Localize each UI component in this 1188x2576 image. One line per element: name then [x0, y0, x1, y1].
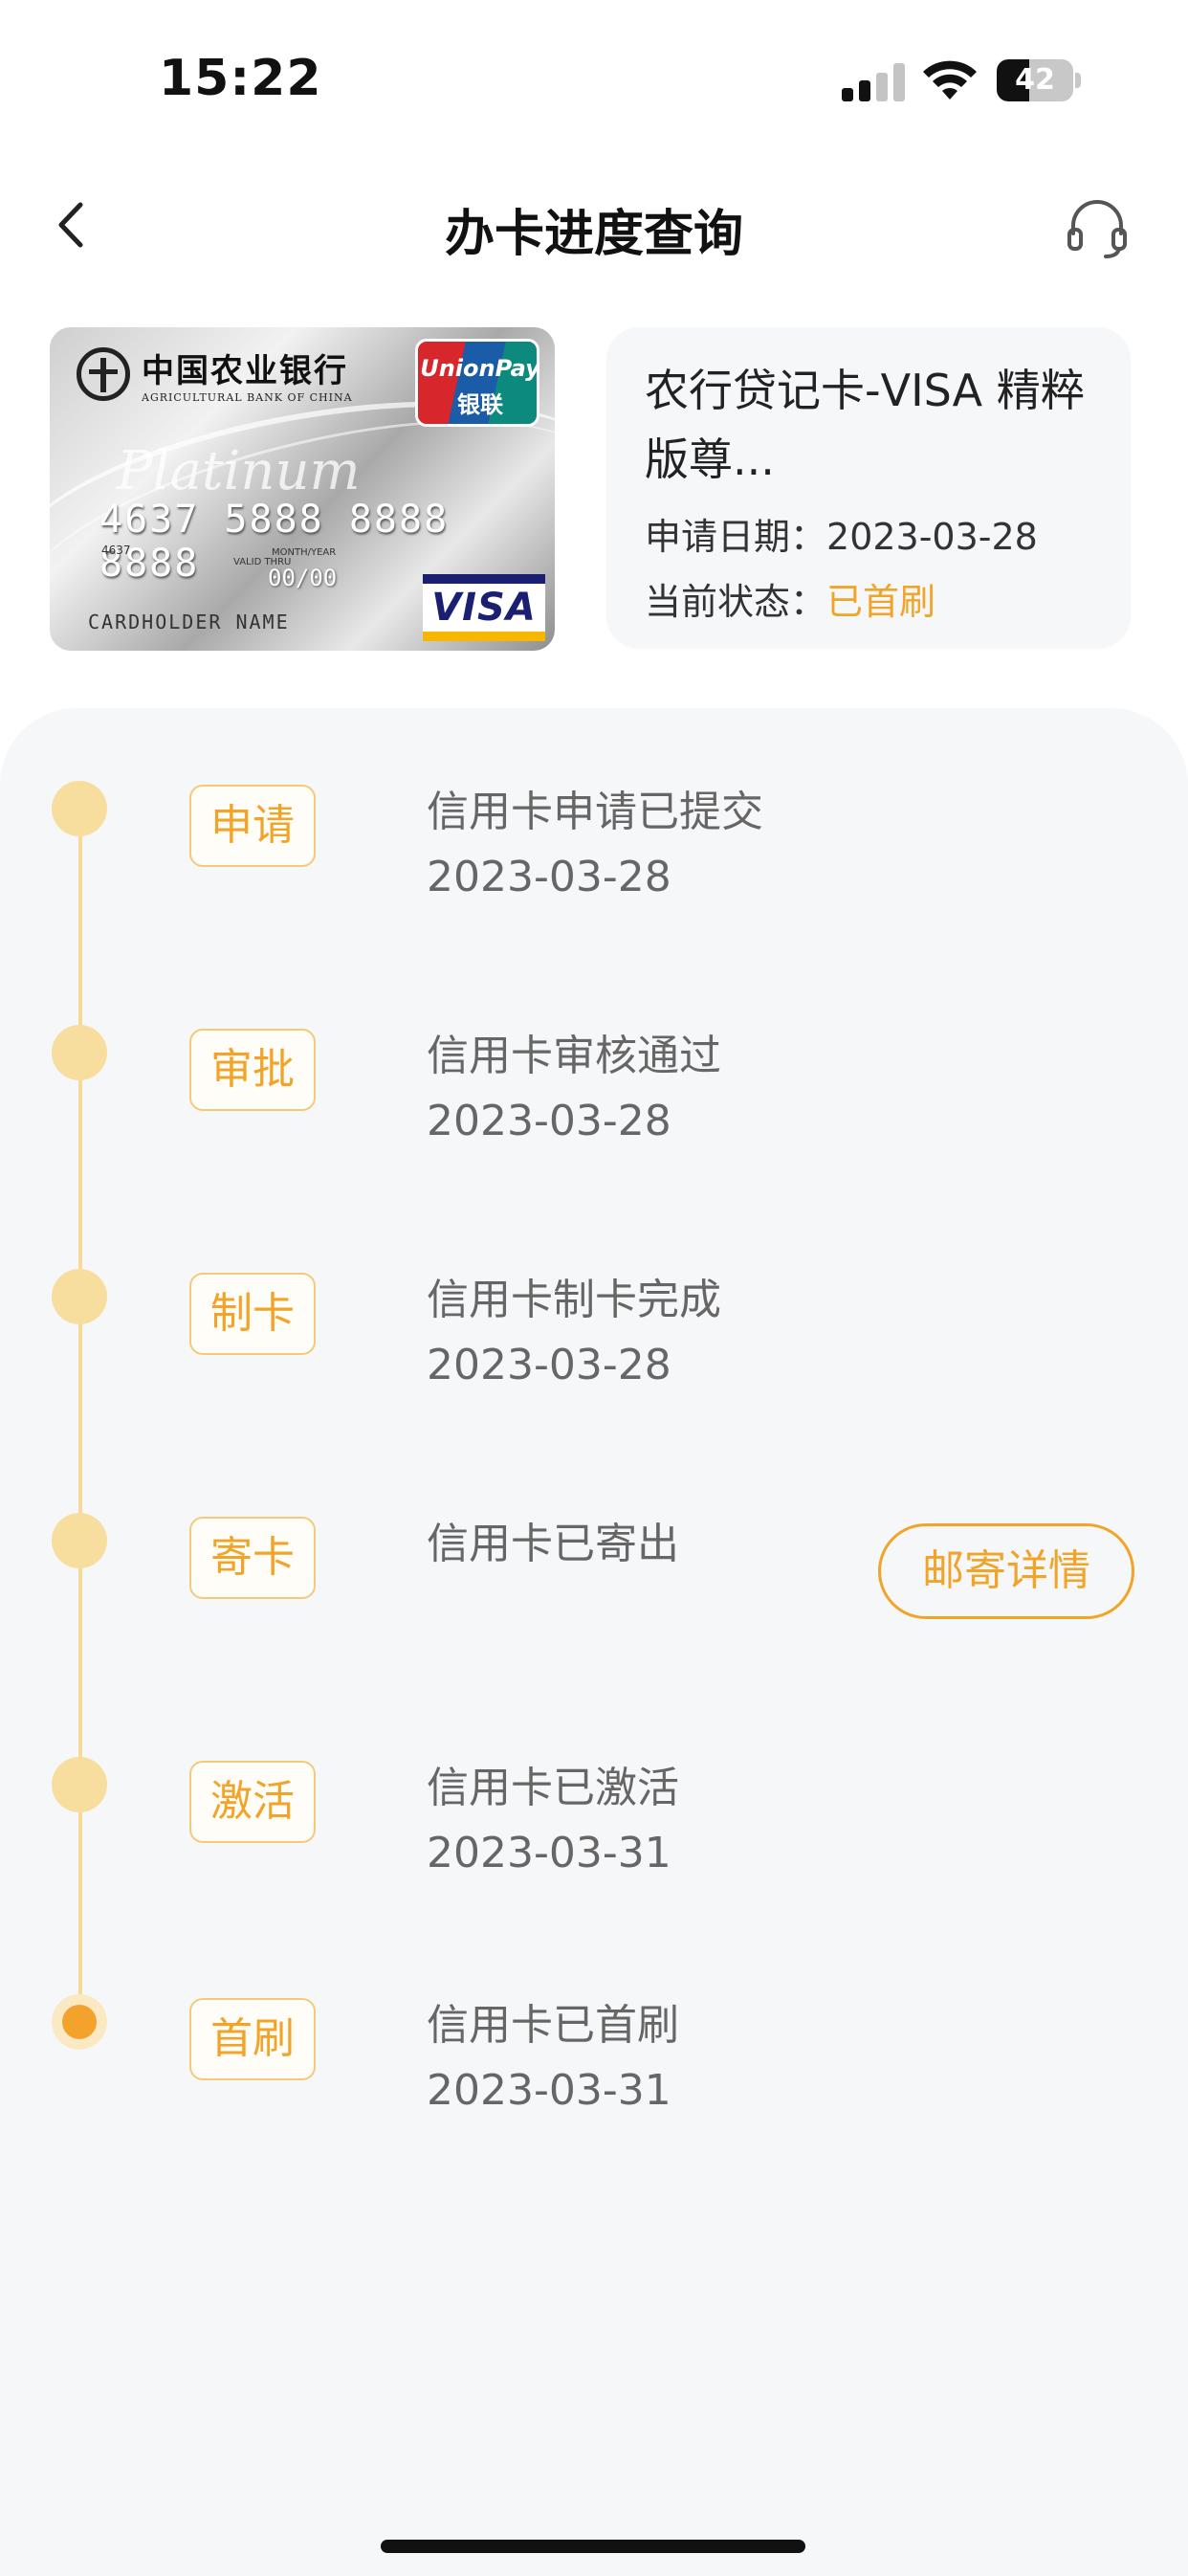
status-time: 15:22 [159, 50, 322, 107]
battery-icon: 42 [997, 59, 1081, 101]
step-description: 信用卡审核通过 [427, 1032, 721, 1080]
nav-bar: 办卡进度查询 [0, 153, 1188, 297]
timeline-step-first-use: 首刷 信用卡已首刷 2023-03-31 [0, 1921, 1188, 2115]
battery-percent: 42 [1015, 63, 1055, 97]
page-title: 办卡进度查询 [444, 206, 743, 263]
step-date: 2023-03-28 [427, 853, 671, 901]
step-date: 2023-03-28 [427, 1097, 671, 1145]
card-holder: CARDHOLDER NAME [88, 611, 290, 633]
step-tag: 申请 [189, 785, 316, 867]
bank-brand: 中国农业银行 AGRICULTURAL BANK OF CHINA [77, 344, 353, 404]
step-tag: 激活 [189, 1761, 316, 1843]
step-description: 信用卡已激活 [427, 1764, 679, 1812]
timeline-dot [52, 1269, 107, 1324]
card-number-small: 4637 [101, 544, 131, 557]
step-tag: 寄卡 [189, 1517, 316, 1599]
step-tag: 首刷 [189, 1998, 316, 2080]
home-indicator[interactable] [381, 2540, 805, 2553]
step-date: 2023-03-31 [427, 1829, 671, 1877]
step-description: 信用卡已首刷 [427, 2001, 679, 2050]
timeline-dot-current [52, 1994, 107, 2050]
card-product-name: 农行贷记卡-VISA 精粹版尊... [645, 365, 1085, 485]
card-tier: Platinum [117, 440, 361, 502]
timeline-dot [52, 781, 107, 836]
progress-timeline: 申请 信用卡申请已提交 2023-03-28 审批 信用卡审核通过 2023-0… [0, 708, 1188, 2576]
status-bar: 15:22 42 [0, 0, 1188, 153]
bank-name-en: AGRICULTURAL BANK OF CHINA [142, 391, 353, 404]
status-label: 当前状态： [645, 581, 827, 623]
step-date: 2023-03-31 [427, 2066, 671, 2115]
credit-card-image: 中国农业银行 AGRICULTURAL BANK OF CHINA UnionP… [50, 327, 555, 651]
visa-logo-icon: VISA [423, 574, 545, 641]
card-info-panel: 农行贷记卡-VISA 精粹版尊... 申请日期：2023-03-28 当前状态：… [606, 327, 1131, 649]
timeline-dot [52, 1025, 107, 1080]
timeline-dot [52, 1757, 107, 1812]
apply-date-label: 申请日期： [645, 516, 827, 558]
timeline-step-apply: 申请 信用卡申请已提交 2023-03-28 [0, 708, 1188, 901]
step-description: 信用卡申请已提交 [427, 788, 763, 836]
wifi-icon [923, 60, 977, 100]
unionpay-logo-icon: UnionPay 银联 [415, 339, 539, 427]
step-tag: 审批 [189, 1029, 316, 1111]
step-description: 信用卡制卡完成 [427, 1276, 721, 1324]
abc-bank-logo-icon [77, 347, 130, 401]
apply-date-row: 申请日期：2023-03-28 [645, 501, 1092, 572]
apply-date-value: 2023-03-28 [826, 516, 1038, 558]
status-value: 已首刷 [826, 581, 936, 623]
headset-icon[interactable] [1064, 195, 1131, 262]
card-month-year-label: MONTH/YEAR [272, 547, 337, 558]
timeline-step-make: 制卡 信用卡制卡完成 2023-03-28 [0, 1196, 1188, 1389]
bank-name-cn: 中国农业银行 [142, 352, 348, 390]
timeline-dot [52, 1513, 107, 1568]
timeline-step-approve: 审批 信用卡审核通过 2023-03-28 [0, 952, 1188, 1145]
cellular-signal-icon [842, 63, 905, 101]
step-date: 2023-03-28 [427, 1341, 671, 1389]
mail-details-button[interactable]: 邮寄详情 [878, 1523, 1134, 1619]
step-tag: 制卡 [189, 1273, 316, 1355]
timeline-step-activate: 激活 信用卡已激活 2023-03-31 [0, 1684, 1188, 1877]
step-description: 信用卡已寄出 [427, 1520, 679, 1568]
card-expiry: 00/00 [268, 565, 338, 591]
status-row: 当前状态：已首刷 [645, 566, 1092, 637]
